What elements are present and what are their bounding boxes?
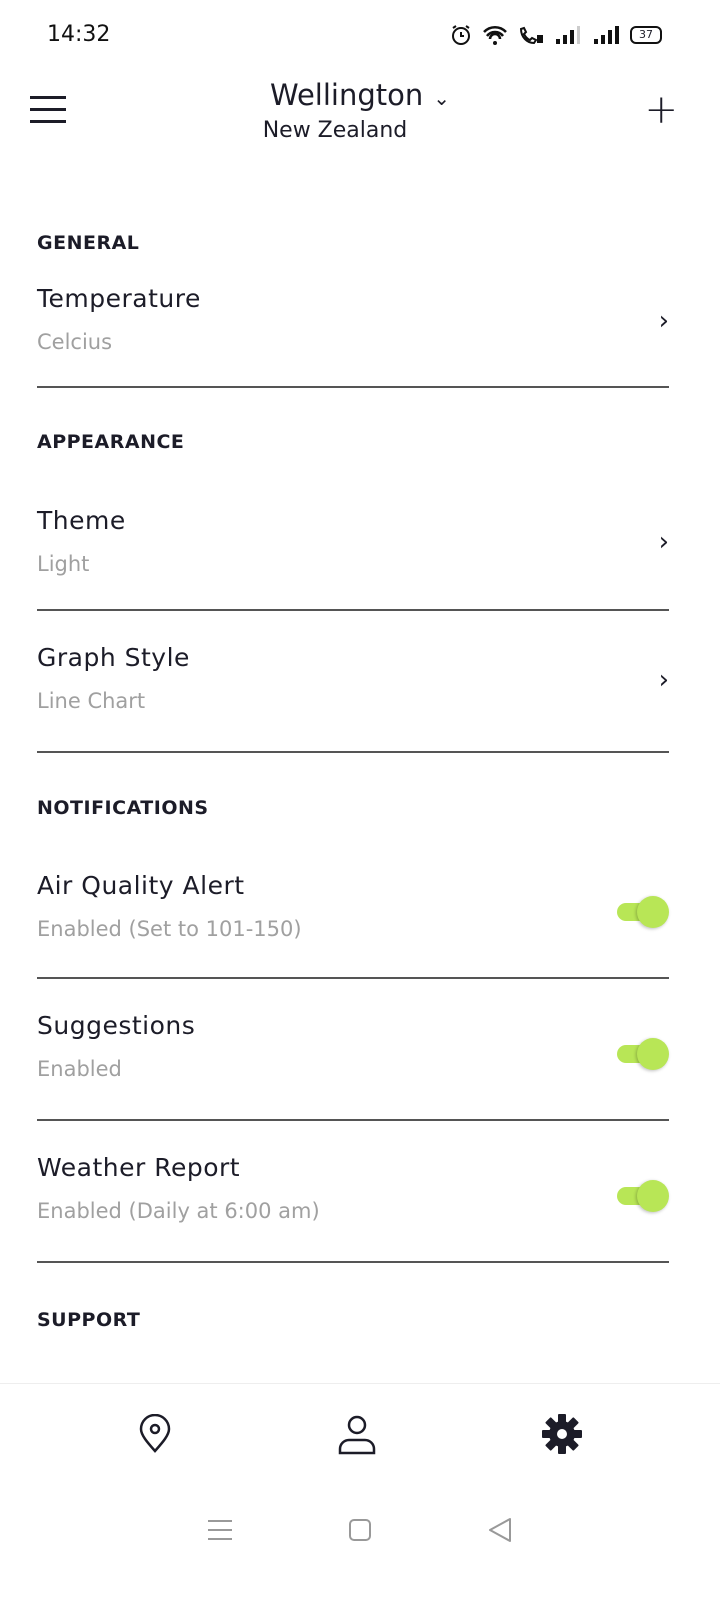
weather-report-toggle[interactable]: [617, 1179, 669, 1213]
section-appearance: APPEARANCE: [37, 431, 185, 453]
air-quality-toggle[interactable]: [617, 895, 669, 929]
location-icon[interactable]: [137, 1413, 173, 1454]
status-bar: 14:32 37: [0, 0, 720, 70]
chevron-right-icon: ›: [658, 527, 669, 557]
section-general: GENERAL: [37, 232, 140, 254]
signal-icon: [594, 26, 619, 44]
section-notifications: NOTIFICATIONS: [37, 797, 209, 819]
setting-title: Theme: [37, 506, 126, 535]
battery-icon: 37: [630, 26, 662, 44]
signal-icon: [556, 26, 580, 44]
setting-title: Air Quality Alert: [37, 871, 245, 900]
setting-theme[interactable]: Theme Light ›: [37, 451, 669, 611]
setting-title: Graph Style: [37, 643, 190, 672]
setting-temperature[interactable]: Temperature Celcius ›: [37, 252, 669, 388]
setting-title: Suggestions: [37, 1011, 196, 1040]
bottom-nav: [0, 1383, 720, 1483]
alarm-icon: [452, 25, 470, 45]
setting-value: Celcius: [37, 330, 113, 354]
city-name: Wellington: [269, 78, 424, 112]
wifi-call-icon: [519, 26, 543, 45]
chevron-right-icon: ›: [658, 665, 669, 695]
setting-suggestions: Suggestions Enabled: [37, 979, 669, 1121]
system-nav-bar: [0, 1500, 720, 1560]
country-name: New Zealand: [262, 118, 408, 143]
back-icon[interactable]: [486, 1516, 514, 1544]
recents-menu-icon[interactable]: [206, 1518, 234, 1542]
clock: 14:32: [47, 22, 111, 47]
settings-icon[interactable]: [541, 1413, 583, 1455]
chevron-down-icon: ⌄: [433, 86, 451, 110]
location-selector[interactable]: Wellington ⌄: [0, 78, 720, 112]
profile-icon[interactable]: [337, 1413, 377, 1455]
setting-title: Weather Report: [37, 1153, 241, 1182]
setting-title: Temperature: [37, 284, 201, 313]
setting-value: Enabled (Set to 101-150): [37, 917, 302, 941]
add-location-button[interactable]: +: [644, 90, 678, 130]
setting-graph-style[interactable]: Graph Style Line Chart ›: [37, 611, 669, 753]
wifi-icon: [483, 25, 507, 45]
setting-value: Line Chart: [37, 689, 146, 713]
suggestions-toggle[interactable]: [617, 1037, 669, 1071]
setting-value: Light: [37, 552, 90, 576]
setting-air-quality-alert: Air Quality Alert Enabled (Set to 101-15…: [37, 817, 669, 979]
chevron-right-icon: ›: [658, 306, 669, 336]
setting-value: Enabled: [37, 1057, 122, 1081]
setting-value: Enabled (Daily at 6:00 am): [37, 1199, 320, 1223]
header: Wellington ⌄ New Zealand +: [0, 70, 720, 160]
section-support: SUPPORT: [37, 1309, 141, 1331]
home-icon[interactable]: [347, 1517, 373, 1543]
setting-weather-report: Weather Report Enabled (Daily at 6:00 am…: [37, 1121, 669, 1263]
settings-list: GENERAL Temperature Celcius › APPEARANCE…: [37, 160, 669, 1331]
